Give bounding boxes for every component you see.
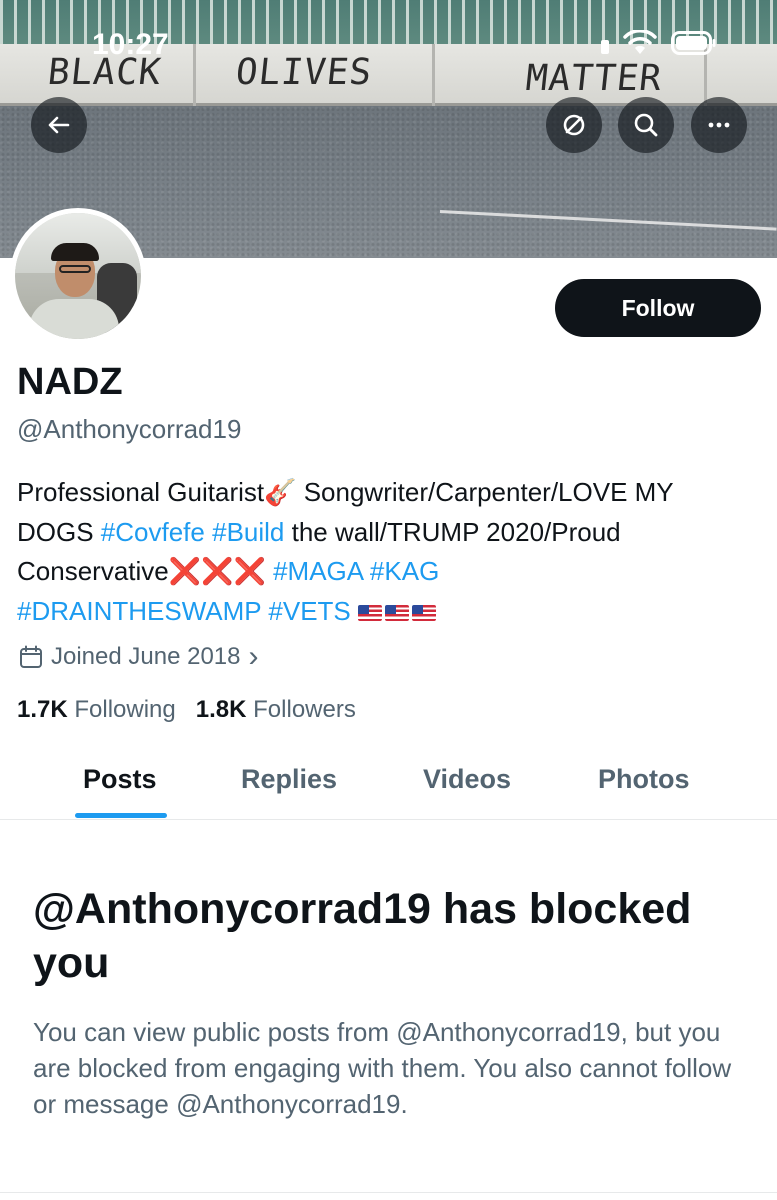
joined-date[interactable]: Joined June 2018 › bbox=[19, 640, 259, 673]
avatar-glasses bbox=[59, 265, 91, 273]
search-button[interactable] bbox=[618, 97, 674, 153]
signal-icon bbox=[601, 40, 609, 54]
wifi-icon bbox=[623, 30, 657, 56]
hashtag-link[interactable]: #MAGA bbox=[273, 556, 363, 586]
graffiti-word: OLIVES bbox=[233, 52, 375, 93]
bio-text: the wall/TRUMP 2020/Proud bbox=[284, 517, 621, 547]
followers-count: 1.8K bbox=[195, 696, 247, 723]
divider bbox=[0, 1192, 777, 1193]
us-flag-icon bbox=[358, 605, 382, 621]
more-icon bbox=[708, 122, 730, 128]
active-tab-indicator bbox=[75, 813, 167, 818]
tab-posts[interactable]: Posts bbox=[83, 764, 157, 795]
back-button[interactable] bbox=[31, 97, 87, 153]
avatar-photo bbox=[15, 213, 141, 339]
joined-text: Joined June 2018 bbox=[51, 643, 241, 670]
wall-seam bbox=[193, 44, 196, 106]
avatar-shirt bbox=[29, 299, 119, 339]
bio-text: Songwriter/Carpenter/LOVE MY bbox=[296, 477, 674, 507]
display-name: NADZ bbox=[17, 361, 123, 403]
profile-handle: @Anthonycorrad19 bbox=[17, 414, 242, 444]
more-button[interactable] bbox=[691, 97, 747, 153]
hashtag-link[interactable]: #Build bbox=[212, 517, 284, 547]
bio-text: DOGS bbox=[17, 517, 101, 547]
blocked-title: @Anthonycorrad19 has blocked you bbox=[33, 885, 692, 987]
search-icon bbox=[634, 113, 658, 137]
calendar-icon bbox=[20, 645, 42, 668]
following-link[interactable]: 1.7K Following bbox=[17, 696, 176, 724]
follow-button[interactable]: Follow bbox=[555, 279, 761, 337]
profile-bio: Professional Guitarist🎸 Songwriter/Carpe… bbox=[17, 473, 762, 631]
no-translate-icon bbox=[563, 114, 585, 136]
profile-tabs: Posts Replies Videos Photos bbox=[0, 750, 777, 820]
status-icons bbox=[601, 30, 717, 56]
hashtag-link[interactable]: #DRAINTHESWAMP bbox=[17, 596, 261, 626]
cross-mark-emoji-icon: ❌❌❌ bbox=[168, 557, 266, 587]
wall-seam bbox=[432, 44, 435, 106]
following-label: Following bbox=[74, 696, 176, 723]
guitar-emoji-icon: 🎸 bbox=[264, 478, 297, 508]
hashtag-link[interactable]: #VETS bbox=[268, 596, 350, 626]
following-count: 1.7K bbox=[17, 696, 68, 723]
followers-label: Followers bbox=[253, 696, 356, 723]
us-flag-icon bbox=[385, 605, 409, 621]
hashtag-link[interactable]: #KAG bbox=[370, 556, 439, 586]
us-flag-icon bbox=[412, 605, 436, 621]
tab-replies[interactable]: Replies bbox=[241, 764, 337, 795]
avatar[interactable] bbox=[10, 208, 146, 344]
battery-icon bbox=[671, 31, 717, 55]
avatar-hair bbox=[51, 243, 99, 261]
hashtag-link[interactable]: #Covfefe bbox=[101, 517, 205, 547]
followers-link[interactable]: 1.8K Followers bbox=[196, 696, 356, 724]
back-arrow-icon bbox=[48, 116, 70, 134]
bio-text: Conservative bbox=[17, 556, 169, 586]
blocked-message: You can view public posts from @Anthonyc… bbox=[33, 1017, 732, 1119]
translate-button[interactable] bbox=[546, 97, 602, 153]
bio-text: Professional Guitarist bbox=[17, 477, 265, 507]
us-flag-emoji-icons bbox=[358, 596, 439, 626]
chevron-right-icon: › bbox=[248, 640, 259, 673]
graffiti-word: MATTER bbox=[523, 58, 665, 99]
status-time: 10:27 bbox=[92, 28, 169, 61]
tab-photos[interactable]: Photos bbox=[598, 764, 690, 795]
tab-videos[interactable]: Videos bbox=[423, 764, 511, 795]
follow-stats: 1.7K Following 1.8K Followers bbox=[17, 696, 356, 724]
